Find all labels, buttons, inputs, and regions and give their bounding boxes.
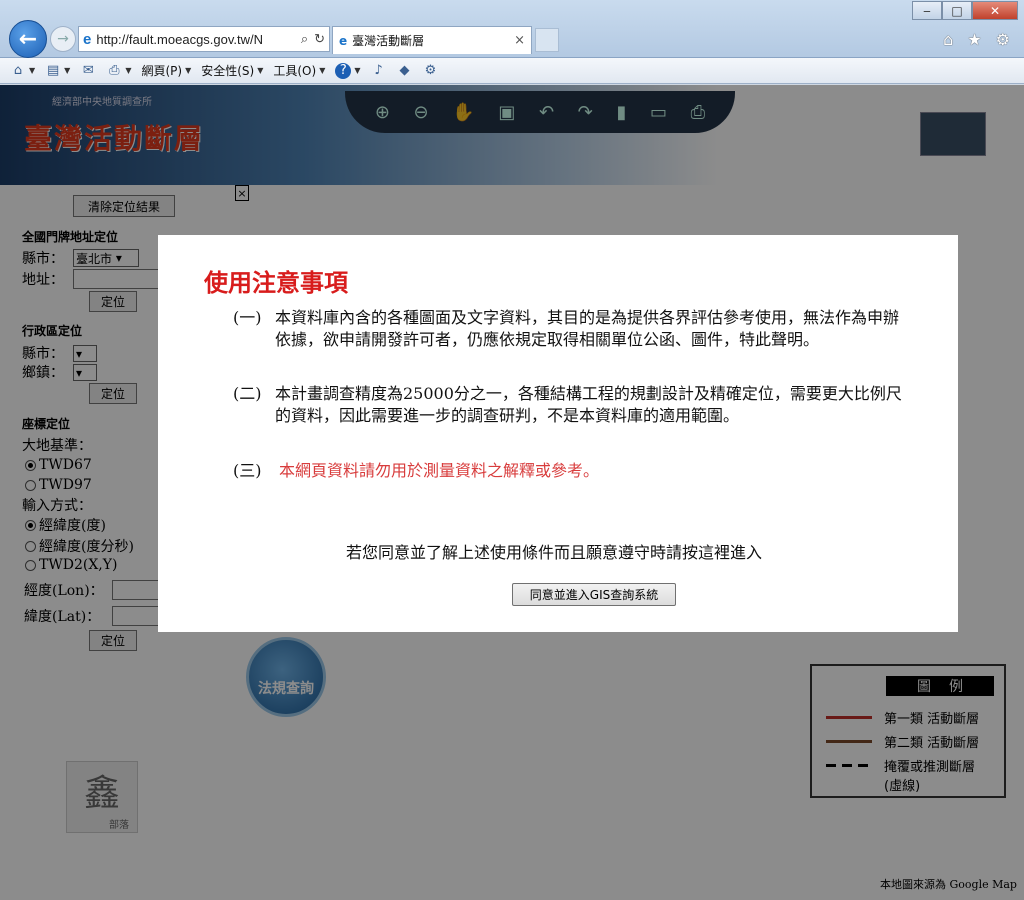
browser-titlebar: ← → e http://fault.moeacgs.gov.tw/N ⌕ ↻ … bbox=[0, 0, 1024, 58]
notice-number: (二) bbox=[233, 384, 262, 403]
extension-icon: ◆ bbox=[399, 63, 410, 78]
mail-button[interactable]: ✉ bbox=[80, 63, 96, 79]
ie-icon: e bbox=[83, 30, 92, 48]
tab-close-icon[interactable]: × bbox=[514, 33, 525, 48]
new-tab-button[interactable] bbox=[535, 28, 559, 52]
print-menu[interactable]: ⎙ ▼ bbox=[106, 63, 131, 79]
address-bar[interactable]: e http://fault.moeacgs.gov.tw/N ⌕ ↻ bbox=[78, 26, 330, 52]
notice-text-warning: 本網頁資料請勿用於測量資料之解釋或參考。 bbox=[279, 461, 600, 480]
mail-icon: ✉ bbox=[82, 63, 94, 78]
gear-icon: ⚙ bbox=[424, 63, 437, 78]
safety-menu[interactable]: 安全性(S) ▼ bbox=[201, 62, 263, 79]
home-icon: ⌂ bbox=[13, 63, 23, 78]
refresh-icon[interactable]: ↻ bbox=[314, 31, 325, 47]
notice-text: 本計畫調查精度為25000分之一，各種結構工程的規劃設計及精確定位，需要更大比例… bbox=[275, 384, 902, 425]
chevron-down-icon: ▼ bbox=[29, 66, 36, 75]
modal-title: 使用注意事項 bbox=[204, 269, 348, 297]
maximize-button[interactable]: □ bbox=[942, 1, 972, 20]
search-icon[interactable]: ⌕ bbox=[301, 31, 308, 47]
notice-number: (一) bbox=[233, 308, 262, 327]
ie-icon: e bbox=[339, 33, 348, 48]
close-window-button[interactable]: ✕ bbox=[972, 1, 1018, 20]
chevron-down-icon: ▼ bbox=[125, 66, 132, 75]
url-text[interactable]: http://fault.moeacgs.gov.tw/N bbox=[96, 32, 294, 47]
browser-right-icons: ⌂ ★ ⚙ bbox=[943, 30, 1010, 49]
extension-button[interactable]: ◆ bbox=[397, 63, 413, 79]
notice-modal: 使用注意事項 (一) 本資料庫內含的各種圖面及文字資料，其目的是為提供各界評估參… bbox=[158, 235, 958, 632]
command-bar: ⌂ ▼ ▤ ▼ ✉ ⎙ ▼ 網頁(P) ▼ 安全性(S) ▼ 工具(O) ▼ ? ▼ ♪ ◆ … bbox=[0, 58, 1024, 84]
tab-title: 臺灣活動斷層 bbox=[352, 34, 425, 48]
rss-icon: ▤ bbox=[47, 63, 60, 78]
tools-menu[interactable]: 工具(O) ▼ bbox=[273, 62, 325, 79]
research-button[interactable]: ♪ bbox=[371, 63, 387, 79]
page-menu[interactable]: 網頁(P) ▼ bbox=[141, 62, 191, 79]
notice-number: (三) bbox=[233, 461, 262, 480]
settings-button[interactable]: ⚙ bbox=[423, 63, 439, 79]
window-controls: ‒ □ ✕ bbox=[912, 1, 1018, 20]
chevron-down-icon: ▼ bbox=[64, 66, 71, 75]
tools-menu-label: 工具(O) bbox=[273, 64, 317, 78]
safety-menu-label: 安全性(S) bbox=[201, 64, 255, 78]
agree-enter-button[interactable]: 同意並進入GIS查詢系統 bbox=[512, 583, 676, 606]
notice-item-1: (一) 本資料庫內含的各種圖面及文字資料，其目的是為提供各界評估參考使用，無法作… bbox=[233, 307, 913, 351]
home-menu[interactable]: ⌂ ▼ bbox=[10, 63, 35, 79]
notice-text: 本資料庫內含的各種圖面及文字資料，其目的是為提供各界評估參考使用，無法作為申辦依… bbox=[275, 308, 900, 349]
research-icon: ♪ bbox=[374, 63, 383, 78]
feeds-menu[interactable]: ▤ ▼ bbox=[45, 63, 70, 79]
chevron-down-icon: ▼ bbox=[319, 66, 326, 75]
arrow-right-icon: → bbox=[57, 31, 69, 47]
web-page: 經濟部中央地質調查所 臺灣活動斷層 ⊕ ⊖ ✋ ▣ ↶ ↷ ▮ ▭ ⎙ 清除定位… bbox=[0, 85, 1024, 900]
chevron-down-icon: ▼ bbox=[257, 66, 264, 75]
arrow-left-icon: ← bbox=[18, 26, 38, 52]
chevron-down-icon: ▼ bbox=[185, 66, 192, 75]
notice-item-3: (三) 本網頁資料請勿用於測量資料之解釋或參考。 bbox=[233, 460, 913, 482]
chevron-down-icon: ▼ bbox=[354, 66, 361, 75]
back-button[interactable]: ← bbox=[9, 20, 47, 58]
notice-item-2: (二) 本計畫調查精度為25000分之一，各種結構工程的規劃設計及精確定位，需要… bbox=[233, 383, 913, 427]
gear-icon[interactable]: ⚙ bbox=[996, 30, 1010, 49]
help-menu[interactable]: ? ▼ bbox=[335, 62, 361, 79]
favorites-star-icon[interactable]: ★ bbox=[967, 30, 981, 49]
minimize-button[interactable]: ‒ bbox=[912, 1, 942, 20]
page-menu-label: 網頁(P) bbox=[141, 64, 183, 78]
forward-button[interactable]: → bbox=[50, 26, 76, 52]
home-icon[interactable]: ⌂ bbox=[943, 30, 953, 49]
agree-prompt: 若您同意並了解上述使用條件而且願意遵守時請按這裡進入 bbox=[346, 543, 763, 562]
help-icon: ? bbox=[335, 62, 352, 79]
tab-active[interactable]: e 臺灣活動斷層 × bbox=[332, 26, 532, 54]
print-icon: ⎙ bbox=[109, 63, 120, 78]
